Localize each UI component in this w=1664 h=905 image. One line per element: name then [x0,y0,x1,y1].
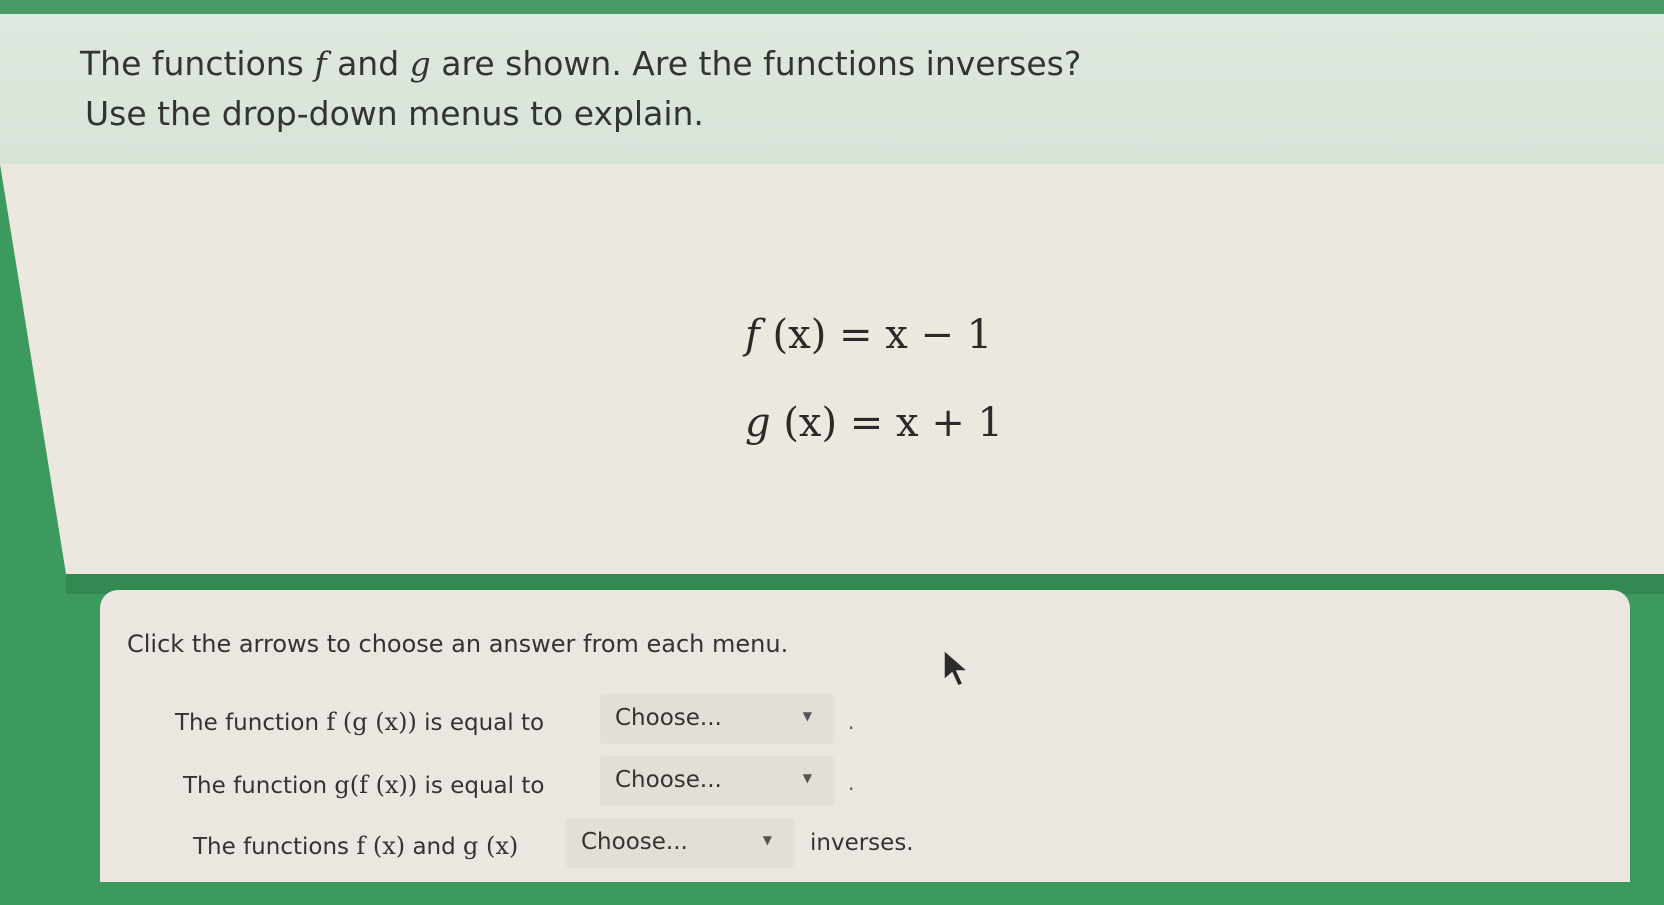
row1-period: . [848,710,855,734]
function-g-symbol: g [409,44,431,83]
dropdown-arrow-icon[interactable]: ▼ [763,833,772,847]
mouse-pointer-icon [943,648,970,687]
dropdown-arrow-icon[interactable]: ▼ [803,771,812,785]
inverses-label: inverses. [810,830,914,856]
dropdown-selected: Choose... [581,829,688,855]
row2-period: . [848,771,855,795]
dropdown-arrow-icon[interactable]: ▼ [803,709,812,723]
dropdown-selected: Choose... [615,705,722,731]
top-stripe [0,0,1664,14]
answer-row-inverses: The functions f (x) and g (x) [193,832,519,860]
function-f-symbol: f [314,44,327,83]
bottom-band [0,882,1664,905]
dropdown-gf[interactable]: Choose... ▼ [600,756,834,806]
composition-gf: g(f (x)) [334,771,418,799]
question-line-1: The functions f and g are shown. Are the… [80,44,1082,83]
equation-g: g (x) = x + 1 [745,400,1003,446]
equation-panel: f (x) = x − 1 g (x) = x + 1 [0,164,1664,574]
dropdown-fg[interactable]: Choose... ▼ [600,694,834,744]
question-header [0,14,1664,164]
function-g-of-x: g (x) [463,832,519,860]
function-f-of-x: f (x) [356,832,406,860]
dropdown-selected: Choose... [615,767,722,793]
question-line-2: Use the drop-down menus to explain. [85,94,704,133]
equation-f: f (x) = x − 1 [745,312,993,358]
dropdown-inverses[interactable]: Choose... ▼ [566,818,794,868]
answer-row-gf: The function g(f (x)) is equal to [183,771,545,799]
composition-fg: f (g (x)) [326,708,417,736]
answer-row-fg: The function f (g (x)) is equal to [175,708,545,736]
instruction-text: Click the arrows to choose an answer fro… [127,630,789,658]
